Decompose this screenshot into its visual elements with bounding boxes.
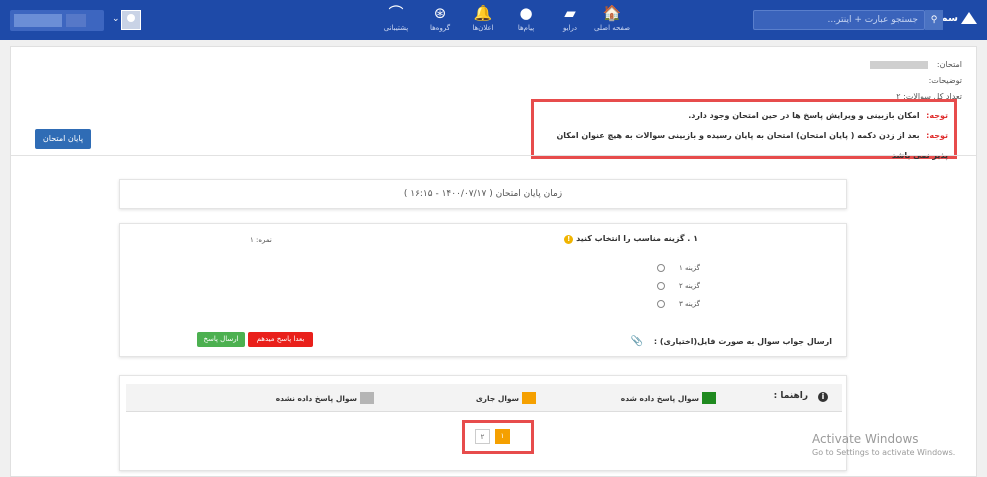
note-text: امکان بازبینی و ویرایش پاسخ ها در حین ام… (688, 111, 920, 120)
nav-notifications-label: اعلان‌ها (472, 24, 494, 32)
divider (11, 155, 976, 156)
option-radio[interactable] (657, 282, 665, 290)
search-icon: ⚲ (930, 15, 938, 25)
redacted-exam-name (870, 60, 929, 69)
exam-desc-label: توضیحات: (928, 76, 962, 85)
note-item: توجه: بعد از زدن دکمه ( پایان امتحان) ام… (540, 126, 948, 166)
logo-icon (961, 12, 977, 24)
option-row[interactable]: گزینه ۲ (620, 282, 700, 290)
bell-icon: 🔔 (473, 4, 493, 22)
page-button-1[interactable]: ۱ (495, 429, 510, 444)
send-answer-button[interactable]: ارسال پاسخ (197, 332, 245, 347)
top-navbar: سماسامانه جستجو عبارت + اینتر... ⚲ 🏠 صفح… (0, 0, 987, 40)
guide-header: i راهنما : سوال پاسخ داده شده سوال جاری … (126, 384, 842, 412)
nav-messages-label: پیام‌ها (517, 24, 535, 32)
legend-swatch (360, 392, 374, 404)
messages-icon: ● (519, 4, 533, 22)
info-warning-icon: ! (564, 235, 574, 244)
search-input[interactable]: جستجو عبارت + اینتر... (753, 10, 925, 30)
option-radio[interactable] (657, 264, 665, 272)
search-button[interactable]: ⚲ (925, 10, 943, 30)
paperclip-icon[interactable]: 📎 (631, 336, 643, 347)
note-label: توجه: (926, 111, 948, 120)
drive-icon: ▰ (564, 4, 576, 22)
support-icon: ⌒ (388, 4, 404, 22)
nav-groups-label: گروه‌ها (429, 24, 451, 32)
nav-drive[interactable]: ▰ درایو (548, 4, 592, 38)
page-button-2[interactable]: ۲ (475, 429, 490, 444)
nav-home[interactable]: 🏠 صفحه اصلی (590, 4, 634, 38)
exam-name-label: امتحان: (936, 60, 962, 69)
legend-label: سوال پاسخ داده شده (620, 393, 699, 403)
legend-unanswered: سوال پاسخ داده نشده (276, 392, 374, 404)
notes-box: توجه: امکان بازبینی و ویرایش پاسخ ها در … (531, 99, 957, 160)
option-label: گزینه ۲ (679, 282, 700, 290)
option-row[interactable]: گزینه ۳ (620, 300, 700, 308)
redacted-username-part (66, 14, 86, 27)
watermark-subtitle: Go to Settings to activate Windows. (812, 448, 956, 457)
question-panel: ۱ . گزینه مناسب را انتخاب کنید ! نمره: ۱… (119, 223, 847, 357)
answer-later-button[interactable]: بعدا پاسخ میدهم (248, 332, 313, 347)
nav-support-label: پشتیبانی (383, 24, 409, 32)
windows-activation-watermark: Activate Windows Go to Settings to activ… (812, 432, 955, 457)
option-radio[interactable] (657, 300, 665, 308)
score-label: نمره: (256, 236, 272, 244)
legend-swatch (522, 392, 536, 404)
watermark-title: Activate Windows (812, 432, 919, 446)
nav-groups[interactable]: ⊛ گروه‌ها (418, 4, 462, 38)
user-menu[interactable] (10, 10, 104, 31)
guide-title: راهنما : (773, 391, 808, 401)
option-label: گزینه ۱ (679, 264, 700, 272)
file-upload-row[interactable]: ارسال جواب سوال به صورت فایل(اختیاری) : … (631, 336, 832, 347)
legend-label: سوال پاسخ داده نشده (275, 393, 357, 403)
legend-label: سوال جاری (475, 393, 519, 403)
legend-current: سوال جاری (476, 392, 536, 404)
note-item: توجه: امکان بازبینی و ویرایش پاسخ ها در … (540, 106, 948, 126)
redacted-username (14, 14, 62, 27)
nav-drive-label: درایو (562, 24, 577, 32)
question-title-row: ۱ . گزینه مناسب را انتخاب کنید ! (556, 234, 698, 244)
legend-swatch (702, 392, 716, 404)
nav-support[interactable]: ⌒ پشتیبانی (374, 4, 418, 38)
exam-name-row: امتحان: (870, 57, 962, 73)
nav-notifications[interactable]: 🔔 اعلان‌ها (461, 4, 505, 38)
option-row[interactable]: گزینه ۱ (620, 264, 700, 272)
note-label: توجه: (926, 131, 948, 140)
option-label: گزینه ۳ (679, 300, 700, 308)
score-row: نمره: ۱ (250, 236, 272, 244)
end-time-text: زمان پایان امتحان ( ۱۴۰۰/۰۷/۱۷ - ۱۶:۱۵ ) (403, 189, 563, 199)
score-value: ۱ (250, 236, 254, 244)
nav-messages[interactable]: ● پیام‌ها (504, 4, 548, 38)
exam-card: امتحان: توضیحات: تعداد کل سوالات: ۲ توجه… (10, 46, 977, 477)
question-pagination: ۲ ۱ (462, 420, 534, 454)
nav-home-label: صفحه اصلی (593, 24, 631, 32)
exam-info: امتحان: توضیحات: تعداد کل سوالات: ۲ (870, 57, 962, 105)
home-icon: 🏠 (602, 4, 622, 22)
guide-panel: i راهنما : سوال پاسخ داده شده سوال جاری … (119, 375, 847, 471)
avatar[interactable] (121, 10, 141, 30)
info-icon: i (818, 392, 828, 402)
end-time-panel: زمان پایان امتحان ( ۱۴۰۰/۰۷/۱۷ - ۱۶:۱۵ ) (119, 179, 847, 209)
groups-icon: ⊛ (433, 4, 447, 22)
end-exam-button[interactable]: پایان امتحان (35, 129, 91, 149)
upload-label: ارسال جواب سوال به صورت فایل(اختیاری) : (653, 337, 832, 346)
chevron-down-icon[interactable]: ⌄ (112, 14, 120, 24)
legend-answered: سوال پاسخ داده شده (621, 392, 716, 404)
question-title: ۱ . گزینه مناسب را انتخاب کنید (576, 234, 698, 243)
